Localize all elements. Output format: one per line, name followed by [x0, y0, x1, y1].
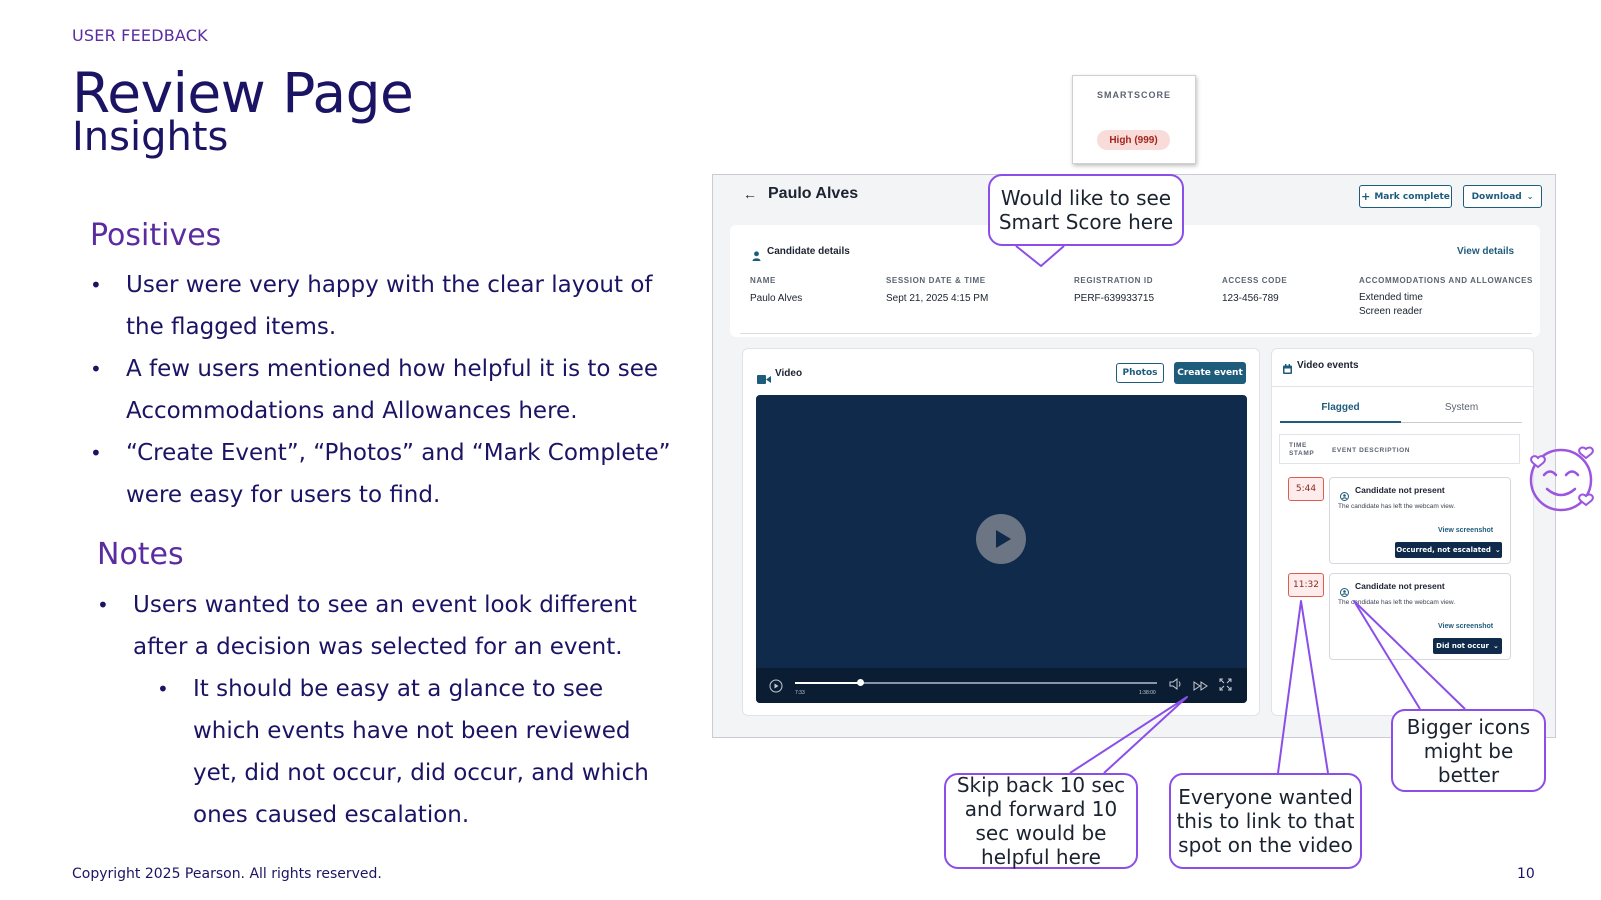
smartscore-callout: Would like to see Smart Score here	[988, 174, 1184, 246]
icons-callout-connector	[1353, 600, 1466, 710]
heart-eyes-smiley-icon	[1528, 445, 1598, 513]
skip-controls-callout: Skip back 10 sec and forward 10 sec woul…	[944, 773, 1138, 869]
callout-pointer	[1015, 245, 1065, 267]
timestamp-link-callout: Everyone wanted this to link to that spo…	[1169, 773, 1362, 869]
callout-connectors	[1015, 245, 1466, 774]
link-callout-connector	[1277, 600, 1329, 774]
skip-callout-connector	[1069, 696, 1188, 774]
bigger-icons-callout: Bigger icons might be better	[1391, 709, 1546, 792]
